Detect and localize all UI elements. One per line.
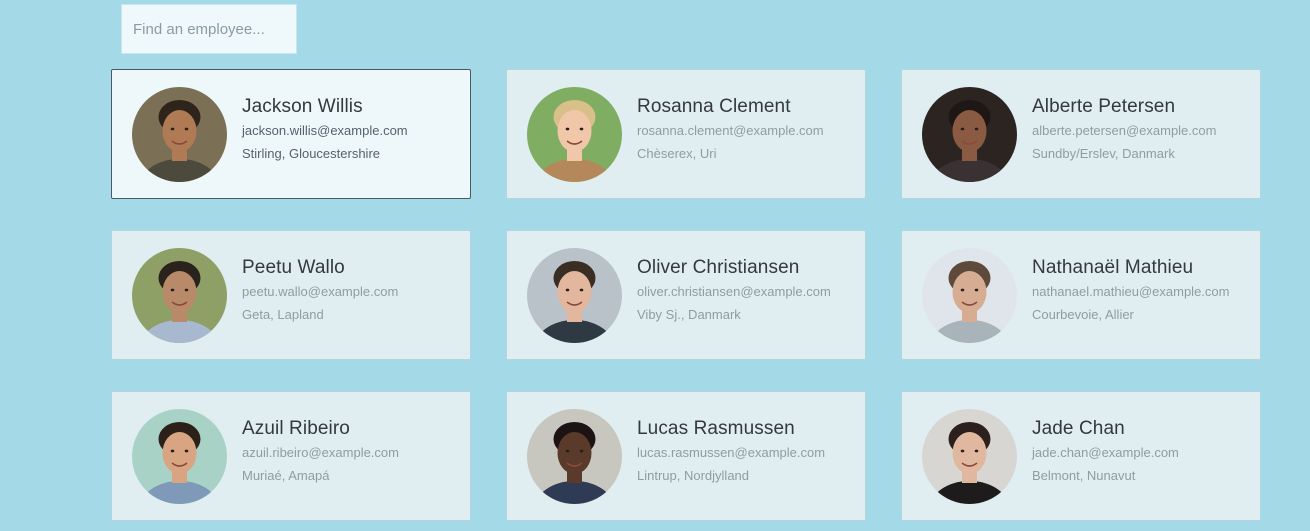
avatar [132,247,227,343]
employee-info: Jade Chan jade.chan@example.com Belmont, N… [1032,418,1179,485]
avatar [527,408,622,504]
avatar [922,247,1017,343]
avatar [922,408,1017,504]
employee-email: oliver.christiansen@example.com [637,284,831,299]
employee-card[interactable]: Jade Chan jade.chan@example.com Belmont, N… [901,391,1261,521]
employee-name: Alberte Petersen [1032,96,1176,117]
employee-card[interactable]: Lucas Rasmussen lucas.rasmussen@example.c… [506,391,866,521]
employee-location: Geta, Lapland [242,307,324,322]
employee-email: nathanael.mathieu@example.com [1032,284,1230,299]
avatar [132,86,227,182]
employee-location: Chèserex, Uri [637,146,717,161]
employee-email: rosanna.clement@example.com [637,123,824,138]
employee-info: Nathanaël Mathieu nathanael.mathieu@examp… [1032,257,1229,324]
employee-name: Jackson Willis [242,96,363,117]
employee-name: Nathanaël Mathieu [1032,257,1194,278]
avatar [527,247,622,343]
employee-name: Peetu Wallo [242,257,345,278]
employee-info: Jackson Willis jackson.willis@example.com… [242,96,408,163]
employee-card[interactable]: Azuil Ribeiro azuil.ribeiro@example.com Mu… [111,391,471,521]
employee-name: Lucas Rasmussen [637,418,795,439]
employee-info: Alberte Petersen alberte.petersen@example… [1032,96,1216,163]
employee-card[interactable]: Oliver Christiansen oliver.christiansen@e… [506,230,866,360]
avatar [132,408,227,504]
employee-info: Rosanna Clement rosanna.clement@example.c… [637,96,824,163]
employee-info: Lucas Rasmussen lucas.rasmussen@example.c… [637,418,825,485]
employee-info: Oliver Christiansen oliver.christiansen@e… [637,257,831,324]
employee-location: Muriaé, Amapá [242,468,330,483]
employee-location: Lintrup, Nordjylland [637,468,750,483]
employee-grid: Jackson Willis jackson.willis@example.com… [111,69,1261,521]
employee-card[interactable]: Peetu Wallo peetu.wallo@example.com Geta, … [111,230,471,360]
employee-email: lucas.rasmussen@example.com [637,445,826,460]
employee-card[interactable]: Jackson Willis jackson.willis@example.com… [111,69,471,199]
employee-info: Peetu Wallo peetu.wallo@example.com Geta, … [242,257,398,324]
employee-name: Jade Chan [1032,418,1125,439]
avatar [527,86,622,182]
employee-info: Azuil Ribeiro azuil.ribeiro@example.com Mu… [242,418,399,485]
employee-location: Viby Sj., Danmark [637,307,741,322]
employee-location: Sundby/Erslev, Danmark [1032,146,1175,161]
employee-email: alberte.petersen@example.com [1032,123,1217,138]
employee-location: Stirling, Gloucestershire [242,146,380,161]
employee-name: Azuil Ribeiro [242,418,350,439]
employee-location: Courbevoie, Allier [1032,307,1134,322]
employee-email: jade.chan@example.com [1032,445,1179,460]
employee-email: azuil.ribeiro@example.com [242,445,399,460]
employee-email: peetu.wallo@example.com [242,284,399,299]
employee-location: Belmont, Nunavut [1032,468,1136,483]
avatar [922,86,1017,182]
employee-name: Rosanna Clement [637,96,791,117]
employee-name: Oliver Christiansen [637,257,800,278]
employee-email: jackson.willis@example.com [242,123,408,138]
employee-card[interactable]: Alberte Petersen alberte.petersen@example… [901,69,1261,199]
search-input[interactable] [121,4,297,54]
employee-card[interactable]: Nathanaël Mathieu nathanael.mathieu@examp… [901,230,1261,360]
employee-card[interactable]: Rosanna Clement rosanna.clement@example.c… [506,69,866,199]
